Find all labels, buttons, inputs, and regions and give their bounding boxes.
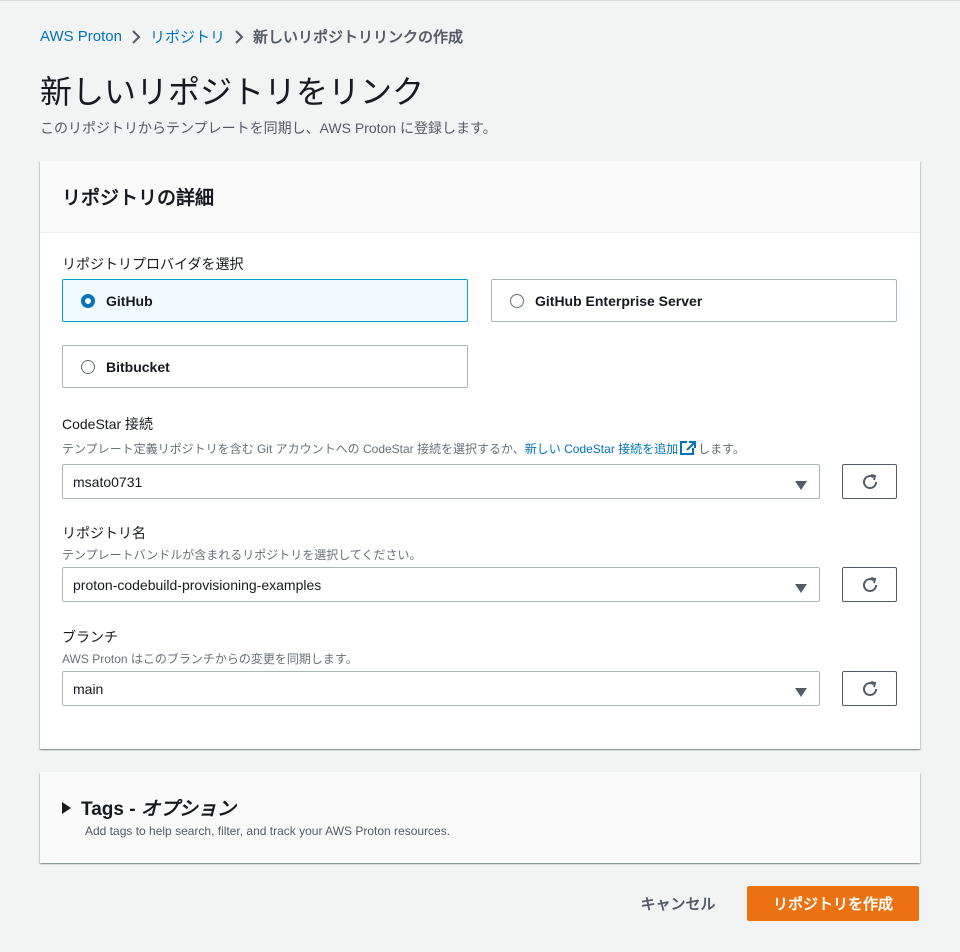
connection-desc-suffix: します。 (698, 442, 745, 456)
caret-right-icon (62, 801, 71, 814)
caret-down-icon (795, 580, 807, 598)
repository-details-panel: リポジトリの詳細 リポジトリプロバイダを選択 GitHub GitHub Ent… (40, 161, 920, 749)
repository-select[interactable]: proton-codebuild-provisioning-examples (62, 567, 820, 602)
panel-header: リポジトリの詳細 (40, 161, 920, 233)
chevron-right-icon (122, 29, 150, 44)
external-link-icon[interactable] (680, 441, 697, 458)
tags-title: Tags - オプション (81, 794, 236, 821)
branch-select[interactable]: main (62, 671, 820, 706)
provider-option-label: GitHub (106, 292, 153, 309)
caret-down-icon (795, 684, 807, 702)
cancel-button[interactable]: キャンセル (628, 886, 728, 921)
tags-expand-toggle[interactable]: Tags - オプション (62, 794, 236, 821)
repository-value: proton-codebuild-provisioning-examples (73, 576, 322, 593)
connection-select[interactable]: msato0731 (62, 464, 820, 499)
refresh-icon (862, 576, 877, 592)
breadcrumb-repositories[interactable]: リポジトリ (150, 26, 225, 47)
add-connection-link[interactable]: 新しい CodeStar 接続を追加 (525, 442, 678, 456)
repository-refresh-button[interactable] (842, 567, 897, 602)
tags-title-text: Tags - (81, 799, 141, 820)
tags-panel: Tags - オプション Add tags to help search, fi… (40, 772, 920, 863)
branch-label: ブランチ (62, 629, 118, 645)
caret-down-icon (795, 477, 807, 495)
radio-checked-icon[interactable] (81, 293, 95, 308)
provider-option-label: GitHub Enterprise Server (535, 292, 703, 309)
radio-unchecked-icon[interactable] (81, 359, 95, 374)
provider-option-github[interactable]: GitHub (62, 279, 468, 322)
branch-value: main (73, 680, 104, 697)
branch-refresh-button[interactable] (842, 671, 897, 706)
refresh-icon (862, 680, 877, 696)
repository-label: リポジトリ名 (62, 525, 146, 541)
create-repository-button[interactable]: リポジトリを作成 (747, 886, 919, 921)
connection-value: msato0731 (73, 473, 143, 490)
repository-description: テンプレートバンドルが含まれるリポジトリを選択してください。 (62, 548, 422, 562)
breadcrumb-current: 新しいリポジトリリンクの作成 (253, 29, 464, 46)
breadcrumb: AWS Proton リポジトリ 新しいリポジトリリンクの作成 (40, 26, 463, 47)
provider-option-label: Bitbucket (106, 358, 170, 375)
provider-label: リポジトリプロバイダを選択 (62, 256, 244, 272)
connection-refresh-button[interactable] (842, 464, 897, 499)
breadcrumb-aws-proton[interactable]: AWS Proton (40, 28, 122, 45)
radio-unchecked-icon[interactable] (510, 293, 524, 308)
connection-description: テンプレート定義リポジトリを含む Git アカウントへの CodeStar 接続… (62, 440, 745, 458)
connection-label: CodeStar 接続 (62, 416, 154, 432)
provider-option-bitbucket[interactable]: Bitbucket (62, 345, 468, 388)
refresh-icon (862, 473, 877, 489)
connection-desc-text: テンプレート定義リポジトリを含む Git アカウントへの CodeStar 接続… (62, 442, 525, 456)
chevron-right-icon (225, 29, 253, 44)
page-title: 新しいリポジトリをリンク (40, 74, 425, 110)
panel-title: リポジトリの詳細 (62, 188, 215, 209)
provider-option-github-enterprise[interactable]: GitHub Enterprise Server (491, 279, 897, 322)
tags-description: Add tags to help search, filter, and tra… (85, 824, 451, 838)
branch-description: AWS Proton はこのブランチからの変更を同期します。 (62, 652, 358, 666)
page-description: このリポジトリからテンプレートを同期し、AWS Proton に登録します。 (40, 120, 497, 136)
tags-title-optional: オプション (140, 799, 236, 820)
